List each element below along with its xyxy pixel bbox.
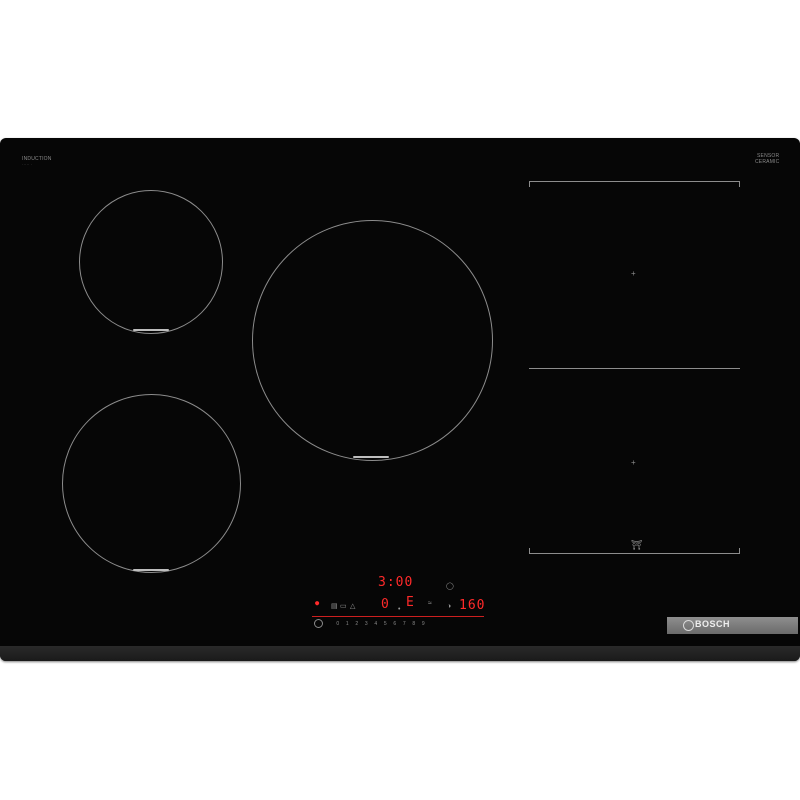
- power-level-4[interactable]: 4: [371, 621, 381, 627]
- flex-zone-tick: [529, 548, 530, 554]
- flex-zone-center-mark: +: [631, 269, 636, 278]
- brand-logo-icon: [683, 620, 694, 631]
- flex-zone-bottom-line: [529, 553, 740, 554]
- brand-name: BOSCH: [695, 619, 731, 629]
- zone-level-display-left: 0: [381, 597, 390, 612]
- flex-zone-tick: [529, 181, 530, 187]
- zone-marker: [133, 569, 169, 571]
- power-level-3[interactable]: 3: [362, 621, 372, 627]
- zone-marker: [353, 456, 389, 458]
- timer-icon[interactable]: ◯: [446, 583, 454, 590]
- induction-sublabel: ····· ·: [22, 162, 33, 167]
- power-level-0[interactable]: 0: [333, 621, 343, 627]
- power-slider-scale[interactable]: 0 1 2 3 4 5 6 7 8 9: [333, 621, 428, 627]
- power-level-6[interactable]: 6: [390, 621, 400, 627]
- lock-icon[interactable]: ▭: [340, 603, 347, 610]
- power-icon[interactable]: [314, 619, 323, 628]
- ceramic-label: CERAMIC: [755, 159, 780, 165]
- power-level-5[interactable]: 5: [381, 621, 391, 627]
- power-level-2[interactable]: 2: [352, 621, 362, 627]
- cooking-zone-center[interactable]: [252, 220, 493, 461]
- cooking-zone-bottom-left[interactable]: [62, 394, 241, 573]
- active-indicator: ●: [315, 599, 321, 607]
- power-level-9[interactable]: 9: [419, 621, 429, 627]
- cooktop-frame: [0, 646, 800, 661]
- power-level-8[interactable]: 8: [409, 621, 419, 627]
- warning-icon[interactable]: △: [350, 603, 355, 610]
- flex-zone-top-line: [529, 181, 740, 182]
- cooking-zone-top-left[interactable]: [79, 190, 223, 334]
- power-level-1[interactable]: 1: [343, 621, 353, 627]
- flex-zone-divider[interactable]: [529, 368, 740, 369]
- temperature-display: 160: [459, 598, 486, 613]
- heat-icon[interactable]: ≈: [428, 600, 432, 607]
- pan-icon: ⛩: [631, 540, 643, 550]
- timer-display: 3:00: [378, 575, 414, 590]
- flex-zone-center-mark: +: [631, 458, 636, 467]
- zone-level-display-right: E: [406, 595, 415, 610]
- zone-select-icon[interactable]: •: [398, 606, 400, 613]
- power-level-7[interactable]: 7: [400, 621, 410, 627]
- pan-icon[interactable]: ▤: [331, 603, 338, 610]
- flex-zone-tick: [739, 181, 740, 187]
- zone-marker: [133, 329, 169, 331]
- pan-sensor-icon[interactable]: ◑: [447, 603, 451, 610]
- power-slider-track[interactable]: [312, 616, 484, 617]
- flex-zone-tick: [739, 548, 740, 554]
